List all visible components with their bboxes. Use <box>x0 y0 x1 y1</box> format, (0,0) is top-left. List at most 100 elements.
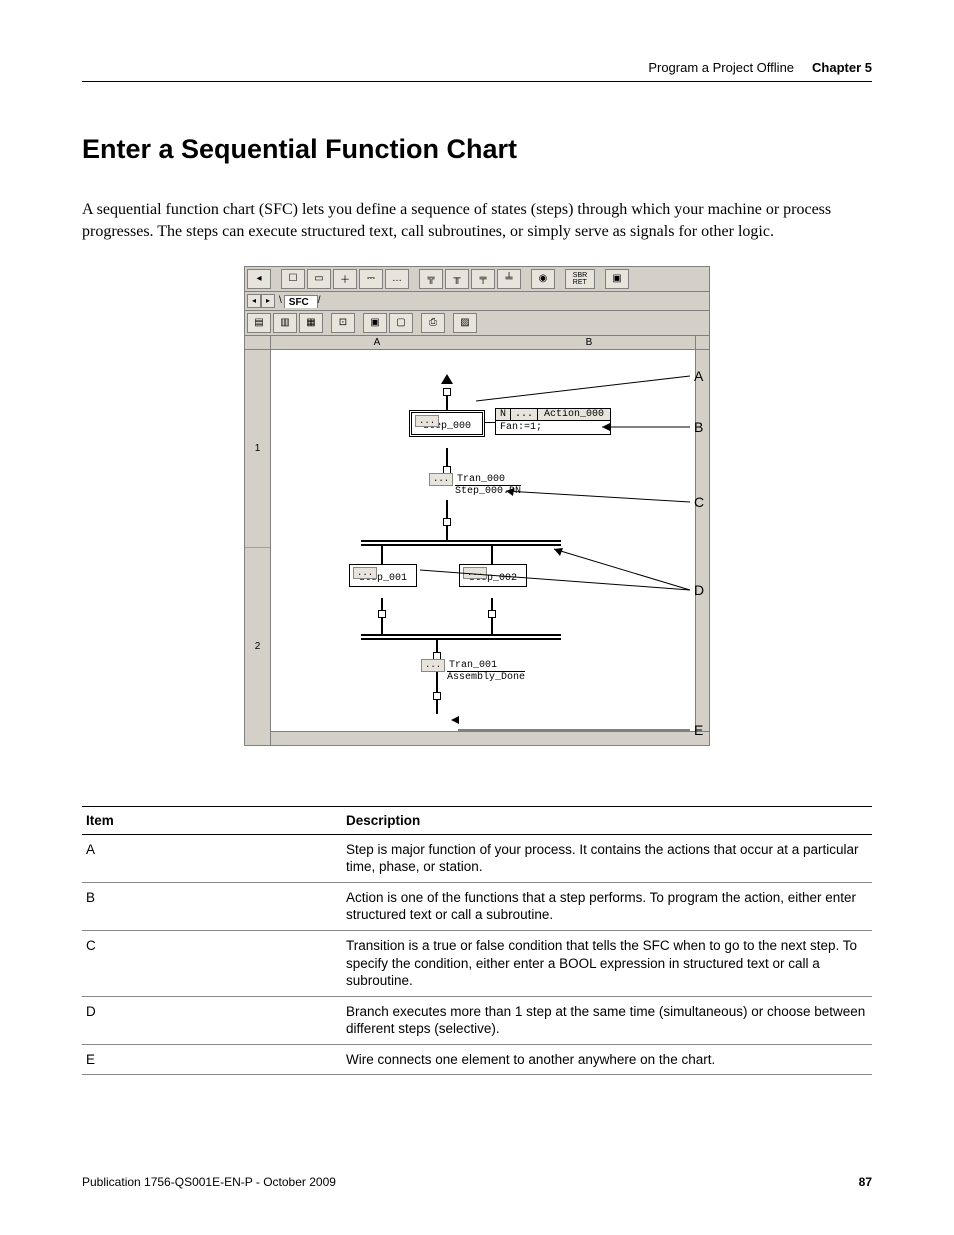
row-1: 1 <box>245 350 270 548</box>
cell-item: A <box>82 834 342 882</box>
sim-branch-icon[interactable]: ╥ <box>445 269 469 289</box>
wire-stub <box>488 610 496 618</box>
callout-b: B <box>694 419 703 435</box>
header-chapter: Chapter 5 <box>812 60 872 75</box>
callout-d: D <box>694 582 704 598</box>
table-row: A Step is major function of your process… <box>82 834 872 882</box>
wire <box>446 396 448 410</box>
tool-icon-4[interactable]: ⊡ <box>331 313 355 333</box>
stop-icon[interactable]: ▣ <box>605 269 629 289</box>
tran-name: Tran_001 <box>447 660 525 672</box>
tran-name: Tran_000 <box>455 474 521 486</box>
cell-item: D <box>82 996 342 1044</box>
tool-icon-6[interactable]: ▢ <box>389 313 413 333</box>
scrollbar-vertical[interactable] <box>695 350 709 731</box>
tab-scroll-right-icon[interactable]: ▸ <box>261 294 275 308</box>
sbr-ret-icon[interactable]: SBRRET <box>565 269 595 289</box>
branch-top2 <box>361 544 561 546</box>
branch2-icon[interactable]: ╤ <box>471 269 495 289</box>
sel-branch-icon[interactable]: ╦ <box>419 269 443 289</box>
ellipsis-icon[interactable]: ... <box>463 567 487 579</box>
tool-icon-3[interactable]: ▦ <box>299 313 323 333</box>
cell-desc: Step is major function of your process. … <box>342 834 872 882</box>
action-body[interactable]: Fan:=1; <box>495 421 611 435</box>
tab-scroll-left-icon[interactable]: ◂ <box>247 294 261 308</box>
wire <box>436 700 438 714</box>
sfc-step-001[interactable]: ... Step_001 <box>349 564 417 587</box>
row-gutter: 1 2 <box>245 350 271 745</box>
sfc-toolbar-second: ▤ ▥ ▦ ⊡ ▣ ▢ ⎙ ▨ <box>244 310 710 336</box>
table-row: C Transition is a true or false conditio… <box>82 930 872 996</box>
step-icon[interactable]: ☐ <box>281 269 305 289</box>
row-2: 2 <box>245 548 270 745</box>
ellipsis-icon[interactable]: ... <box>511 408 538 421</box>
wire <box>381 546 383 564</box>
branch-bottom2 <box>361 638 561 640</box>
callout-a: A <box>694 368 703 384</box>
header-rule <box>82 81 872 82</box>
tran-condition: Assembly_Done <box>447 672 525 683</box>
tab-bar: ◂ ▸ \ SFC / <box>244 292 710 310</box>
col-a: A <box>271 336 483 349</box>
ellipsis-icon[interactable]: ... <box>429 473 453 486</box>
sfc-tran-000[interactable]: ... Tran_000 Step_000.DN <box>455 474 521 497</box>
target-icon[interactable]: ◉ <box>531 269 555 289</box>
wire-stub-top <box>443 388 451 396</box>
action-icon[interactable]: ＋ <box>333 269 357 289</box>
ellipsis-icon[interactable]: ... <box>415 415 439 427</box>
th-desc: Description <box>342 806 872 834</box>
page-number: 87 <box>859 1175 872 1189</box>
header-section: Program a Project Offline <box>648 60 794 75</box>
wire <box>491 546 493 564</box>
table-row: B Action is one of the functions that a … <box>82 882 872 930</box>
branch3-icon[interactable]: ╧ <box>497 269 521 289</box>
ellipsis-icon[interactable]: ... <box>353 567 377 579</box>
tab-sfc[interactable]: SFC <box>284 295 318 308</box>
tool-icon-1[interactable]: ▤ <box>247 313 271 333</box>
tool-icon-8[interactable]: ▨ <box>453 313 477 333</box>
intro-paragraph: A sequential function chart (SFC) lets y… <box>82 199 872 244</box>
scrollbar[interactable] <box>271 731 709 745</box>
wire <box>446 448 448 466</box>
tool-icon-7[interactable]: ⎙ <box>421 313 445 333</box>
sfc-toolbar-top: ◂ ☐ ▭ ＋ ⎓ … ╦ ╥ ╤ ╧ ◉ SBRRET ▣ <box>244 266 710 292</box>
branch-icon[interactable]: ⎓ <box>359 269 383 289</box>
page-footer: Publication 1756-QS001E-EN-P - October 2… <box>82 1175 872 1189</box>
sfc-tran-001[interactable]: ... Tran_001 Assembly_Done <box>447 660 525 683</box>
transition-icon[interactable]: ▭ <box>307 269 331 289</box>
wire <box>446 526 448 540</box>
cell-desc: Branch executes more than 1 step at the … <box>342 996 872 1044</box>
publication-id: Publication 1756-QS001E-EN-P - October 2… <box>82 1175 336 1189</box>
sfc-action-000[interactable]: N ... Action_000 Fan:=1; <box>495 408 611 435</box>
callout-e: E <box>694 722 703 738</box>
description-table: Item Description A Step is major functio… <box>82 806 872 1075</box>
nav-left-icon[interactable]: ◂ <box>247 269 271 289</box>
page-title: Enter a Sequential Function Chart <box>82 134 872 165</box>
action-qualifier: N <box>495 408 511 421</box>
chart-canvas: ... Step_000 N ... Action_000 Fan:=1; <box>271 350 709 745</box>
table-row: D Branch executes more than 1 step at th… <box>82 996 872 1044</box>
arrowhead-icon <box>441 374 453 384</box>
branch-top <box>361 540 561 542</box>
branch-bottom <box>361 634 561 636</box>
text-icon[interactable]: … <box>385 269 409 289</box>
callout-c: C <box>694 494 704 510</box>
page-header: Program a Project Offline Chapter 5 <box>82 60 872 75</box>
table-row: E Wire connects one element to another a… <box>82 1044 872 1075</box>
wire <box>485 422 495 423</box>
sfc-step-002[interactable]: ... Step_002 <box>459 564 527 587</box>
tran-condition: Step_000.DN <box>455 486 521 497</box>
cell-desc: Action is one of the functions that a st… <box>342 882 872 930</box>
wire <box>491 618 493 634</box>
cell-item: C <box>82 930 342 996</box>
chart-body: 1 2 ... Step_000 N .. <box>244 350 710 746</box>
ellipsis-icon[interactable]: ... <box>421 659 445 672</box>
sfc-editor-screenshot: ◂ ☐ ▭ ＋ ⎓ … ╦ ╥ ╤ ╧ ◉ SBRRET ▣ ◂ ▸ \ SFC… <box>244 266 710 746</box>
th-item: Item <box>82 806 342 834</box>
wire-stub-end <box>433 692 441 700</box>
tool-icon-5[interactable]: ▣ <box>363 313 387 333</box>
sfc-step-000[interactable]: ... Step_000 <box>409 410 485 437</box>
arrowhead-left-icon <box>451 716 459 724</box>
action-name: Action_000 <box>538 408 611 421</box>
tool-icon-2[interactable]: ▥ <box>273 313 297 333</box>
